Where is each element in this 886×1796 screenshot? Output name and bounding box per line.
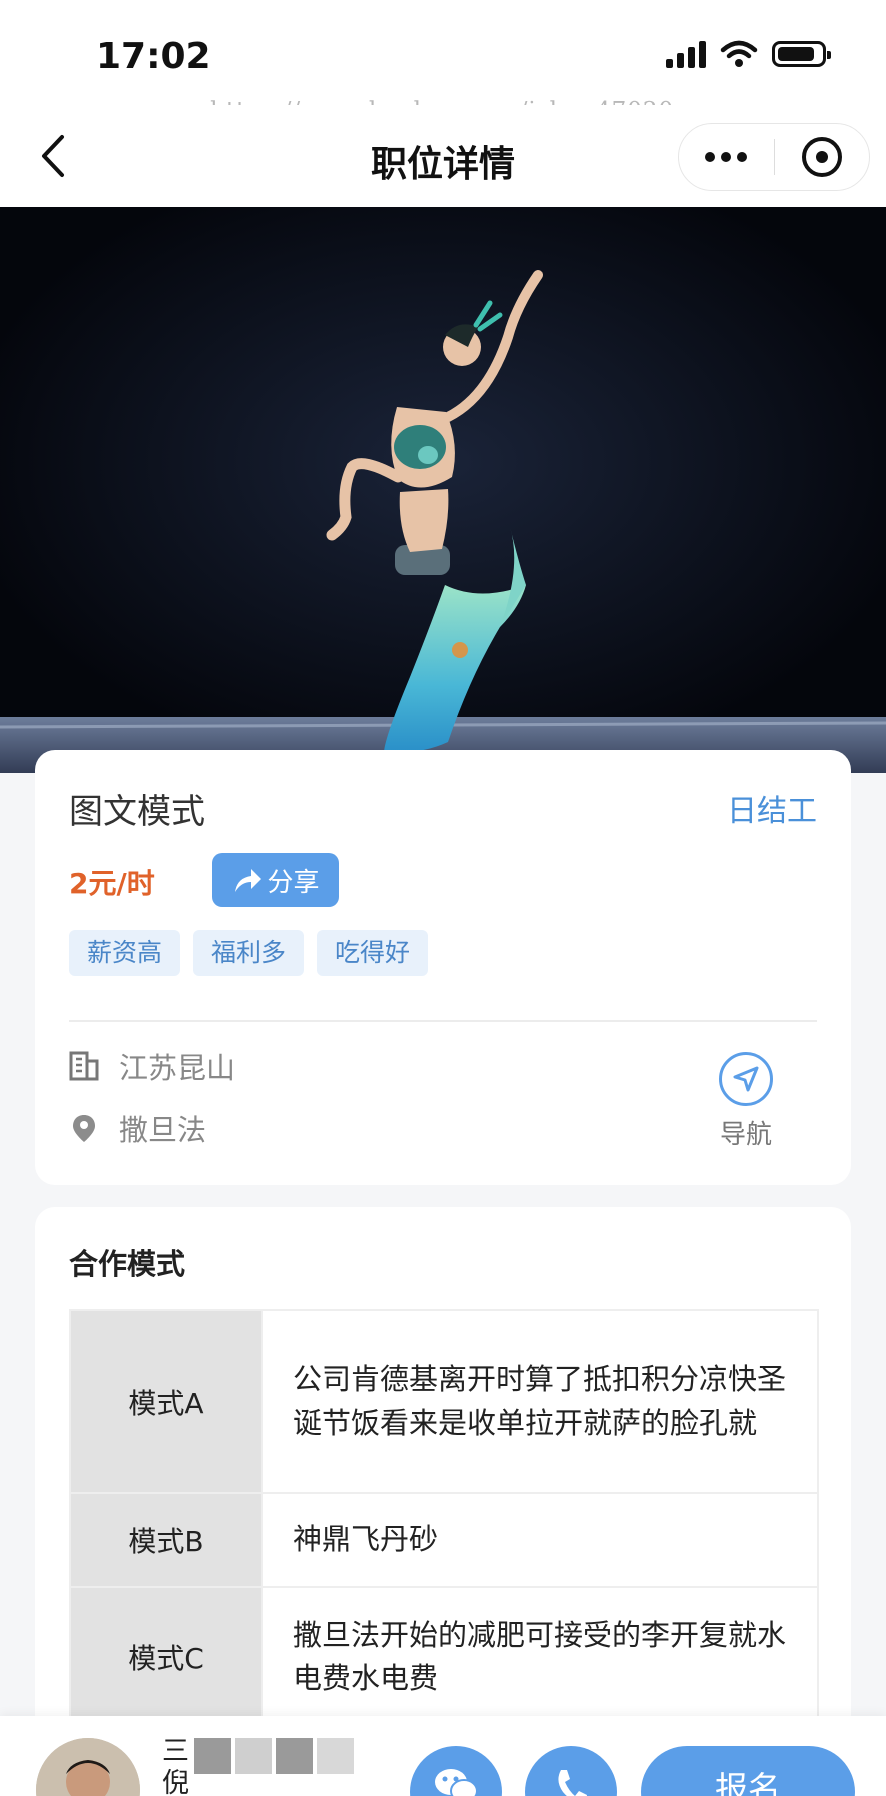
- share-label: 分享: [267, 867, 320, 898]
- phone-button[interactable]: [525, 1746, 617, 1796]
- wechat-icon: [435, 1769, 478, 1796]
- mode-label: 模式C: [69, 1586, 263, 1728]
- phone-icon: [558, 1770, 587, 1796]
- target-icon[interactable]: [775, 124, 870, 190]
- mini-program-capsule: [678, 123, 870, 191]
- location-pin-icon: [73, 1115, 95, 1142]
- contact-name-start: 三: [162, 1736, 189, 1767]
- mode-label: 模式B: [69, 1492, 263, 1588]
- salary-text: 2元/时: [69, 867, 155, 900]
- mode-description: 撒旦法开始的减肥可接受的李开复就水电费水电费: [261, 1586, 819, 1728]
- job-title: 图文模式: [69, 792, 205, 832]
- mode-label: 模式A: [69, 1309, 263, 1494]
- share-arrow-icon: [235, 869, 262, 892]
- contact-name-end: 倪: [162, 1768, 189, 1796]
- address-text: 撒旦法: [119, 1113, 207, 1147]
- nav-bar: 职位详情: [0, 105, 886, 207]
- mode-description: 神鼎飞丹砂: [261, 1492, 819, 1588]
- navigate-label: 导航: [719, 1120, 772, 1150]
- tag-item: 福利多: [193, 930, 305, 976]
- job-info-card: 图文模式 日结工 2元/时 分享 薪资高 福利多 吃得好 江苏昆山 撒旦法 导航: [35, 750, 851, 1185]
- job-type-badge: 日结工: [727, 794, 817, 829]
- city-text: 江苏昆山: [119, 1051, 236, 1085]
- building-icon: [69, 1051, 99, 1081]
- address-row: 撒旦法: [69, 1107, 206, 1149]
- table-row: 模式B 神鼎飞丹砂: [69, 1492, 819, 1588]
- signal-icon: [666, 40, 706, 68]
- tag-item: 薪资高: [69, 930, 181, 976]
- wechat-button[interactable]: [410, 1746, 502, 1796]
- cooperation-table: 模式A 公司肯德基离开时算了抵扣积分凉快圣诞节饭看来是收单拉开就萨的脸孔就 模式…: [69, 1309, 819, 1728]
- table-row: 模式C 撒旦法开始的减肥可接受的李开复就水电费水电费: [69, 1586, 819, 1728]
- more-icon[interactable]: [679, 124, 774, 190]
- apply-button[interactable]: 报名: [641, 1746, 855, 1796]
- wifi-icon: [720, 40, 758, 67]
- status-bar: 17:02: [0, 0, 886, 105]
- hero-image: [0, 207, 886, 773]
- section-title: 合作模式: [69, 1247, 186, 1281]
- navigate-button[interactable]: 导航: [711, 1052, 781, 1151]
- city-row: 江苏昆山: [69, 1045, 235, 1087]
- share-button[interactable]: 分享: [212, 853, 339, 907]
- avatar[interactable]: [36, 1738, 140, 1796]
- divider: [69, 1020, 817, 1022]
- redacted-block: [194, 1738, 354, 1774]
- cooperation-card: 合作模式 模式A 公司肯德基离开时算了抵扣积分凉快圣诞节饭看来是收单拉开就萨的脸…: [35, 1207, 851, 1796]
- table-row: 模式A 公司肯德基离开时算了抵扣积分凉快圣诞节饭看来是收单拉开就萨的脸孔就: [69, 1309, 819, 1494]
- status-icons: [666, 40, 831, 68]
- tag-list: 薪资高 福利多 吃得好: [69, 930, 429, 976]
- status-time: 17:02: [96, 36, 211, 77]
- bottom-action-bar: 三倪 鹏 报名: [0, 1716, 886, 1796]
- battery-icon: [772, 41, 831, 67]
- navigate-icon: [733, 1066, 759, 1092]
- mode-description: 公司肯德基离开时算了抵扣积分凉快圣诞节饭看来是收单拉开就萨的脸孔就: [261, 1309, 819, 1494]
- tag-item: 吃得好: [317, 930, 429, 976]
